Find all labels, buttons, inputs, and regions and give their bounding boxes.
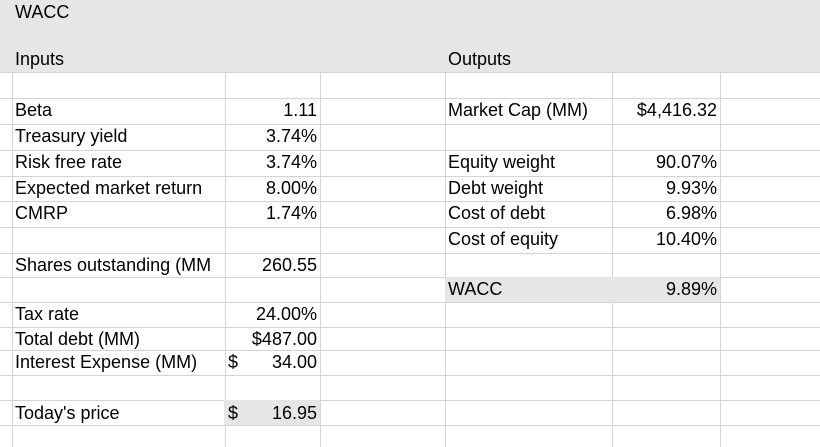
input-label-cmrp[interactable]: CMRP: [12, 201, 225, 226]
input-value-treasury-yield[interactable]: 3.74%: [225, 124, 320, 149]
input-label-risk-free-rate[interactable]: Risk free rate: [12, 150, 225, 175]
output-label-market-cap[interactable]: Market Cap (MM): [445, 98, 620, 123]
output-value-cost-of-debt[interactable]: 6.98%: [612, 201, 720, 226]
input-label-treasury-yield[interactable]: Treasury yield: [12, 124, 225, 149]
input-value-interest-expense[interactable]: $ 34.00: [225, 350, 320, 375]
inputs-header[interactable]: Inputs: [12, 47, 232, 72]
input-value-risk-free-rate[interactable]: 3.74%: [225, 150, 320, 175]
input-label-expected-market-return[interactable]: Expected market return: [12, 176, 225, 201]
input-label-interest-expense[interactable]: Interest Expense (MM): [12, 350, 225, 375]
input-value-todays-price[interactable]: $ 16.95: [225, 401, 320, 426]
input-value-beta[interactable]: 1.11: [225, 98, 320, 123]
output-value-cost-of-equity[interactable]: 10.40%: [612, 227, 720, 252]
input-value-expected-market-return[interactable]: 8.00%: [225, 176, 320, 201]
input-value-cmrp[interactable]: 1.74%: [225, 201, 320, 226]
input-value-total-debt[interactable]: $487.00: [225, 327, 320, 352]
currency-symbol: $: [228, 403, 239, 423]
input-label-shares-outstanding[interactable]: Shares outstanding (MM: [12, 253, 225, 278]
output-value-market-cap[interactable]: $4,416.32: [612, 98, 720, 123]
output-label-cost-of-debt[interactable]: Cost of debt: [445, 201, 610, 226]
output-value-equity-weight[interactable]: 90.07%: [612, 150, 720, 175]
sheet-title[interactable]: WACC: [12, 0, 232, 25]
output-label-wacc[interactable]: WACC: [445, 277, 610, 302]
input-label-beta[interactable]: Beta: [12, 98, 225, 123]
outputs-header[interactable]: Outputs: [445, 47, 615, 72]
output-value-wacc[interactable]: 9.89%: [612, 277, 720, 302]
input-value-tax-rate[interactable]: 24.00%: [225, 302, 320, 327]
input-label-todays-price[interactable]: Today's price: [12, 401, 225, 426]
currency-symbol: $: [228, 352, 239, 372]
output-label-equity-weight[interactable]: Equity weight: [445, 150, 610, 175]
output-label-debt-weight[interactable]: Debt weight: [445, 176, 610, 201]
amount: 34.00: [271, 352, 317, 372]
input-label-total-debt[interactable]: Total debt (MM): [12, 327, 225, 352]
output-value-debt-weight[interactable]: 9.93%: [612, 176, 720, 201]
amount: 16.95: [271, 403, 317, 423]
input-value-shares-outstanding[interactable]: 260.55: [225, 253, 320, 278]
output-label-cost-of-equity[interactable]: Cost of equity: [445, 227, 610, 252]
input-label-tax-rate[interactable]: Tax rate: [12, 302, 225, 327]
